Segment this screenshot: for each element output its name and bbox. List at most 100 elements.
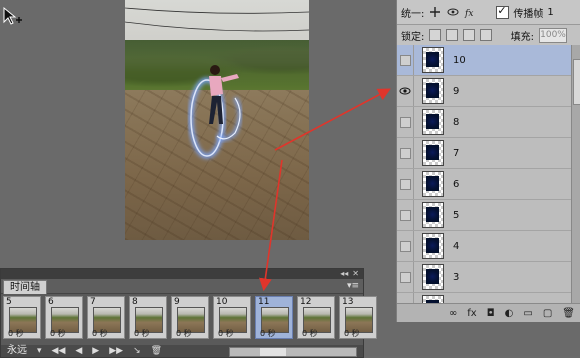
frame-delay[interactable]: 0 秒 (8, 330, 24, 338)
tween-icon[interactable]: ↘ (133, 345, 141, 357)
visibility-toggle[interactable] (397, 293, 414, 303)
layer-name[interactable]: 4 (453, 241, 459, 252)
visibility-toggle[interactable] (397, 138, 414, 168)
layer-row[interactable]: 7 (397, 138, 571, 169)
layer-name[interactable]: 8 (453, 117, 459, 128)
unify-position-icon[interactable] (428, 5, 442, 19)
layer-row[interactable]: 2 (397, 293, 571, 303)
layer-name[interactable]: 5 (453, 210, 459, 221)
layer-thumbnail (422, 264, 444, 290)
layer-row[interactable]: 6 (397, 169, 571, 200)
frame-number: 11 (258, 297, 270, 307)
mask-icon[interactable]: ◘ (487, 308, 495, 319)
unify-row: 统一: fx 传播帧 1 (397, 0, 580, 25)
unify-label: 统一: (401, 8, 425, 20)
layer-thumbnail (422, 295, 444, 303)
frame-item[interactable]: 12 0 秒 (297, 296, 335, 339)
layer-row[interactable]: 3 (397, 262, 571, 293)
frame-item[interactable]: 11 0 秒 (255, 296, 293, 339)
fx-icon[interactable]: fx (467, 308, 476, 319)
layer-thumbnail (422, 233, 444, 259)
timeline-scroll-thumb[interactable] (260, 348, 286, 356)
layer-name[interactable]: 6 (453, 179, 459, 190)
girl-with-light-ring-graphic (188, 65, 242, 159)
frame-delay[interactable]: 0 秒 (218, 330, 234, 338)
frame-item[interactable]: 5 0 秒 (3, 296, 41, 339)
layers-scrollbar[interactable] (571, 45, 580, 303)
propagate-frame-checkbox[interactable] (496, 4, 510, 19)
tab-timeline[interactable]: 时间轴 (3, 280, 47, 294)
layer-row[interactable]: 4 (397, 231, 571, 262)
frame-delay[interactable]: 0 秒 (344, 330, 360, 338)
propagate-frame-label: 传播帧 (513, 8, 544, 20)
unify-style-icon[interactable]: fx (464, 5, 478, 19)
layer-row[interactable]: 9 (397, 76, 571, 107)
frame-number: 9 (174, 297, 180, 307)
frame-item[interactable]: 6 0 秒 (45, 296, 83, 339)
visibility-toggle[interactable] (397, 262, 414, 292)
layers-list: 10 9 8 7 6 5 4 3 2 (397, 45, 571, 303)
layer-thumbnail (422, 78, 444, 104)
frame-number: 13 (342, 297, 354, 307)
layer-name[interactable]: 7 (453, 148, 459, 159)
link-layers-icon[interactable]: ∞ (449, 308, 457, 319)
frame-item[interactable]: 13 0 秒 (339, 296, 377, 339)
frame-number: 6 (48, 297, 54, 307)
first-frame-icon[interactable]: ◀◀ (52, 345, 66, 357)
fill-input[interactable]: 100% (539, 27, 567, 43)
lock-all-icon[interactable] (480, 29, 493, 41)
layers-panel: 统一: fx 传播帧 1 锁定: 填充: 100% 10 9 8 7 6 5 4 3 2 ∞ f… (396, 0, 580, 322)
lock-transparency-icon[interactable] (429, 29, 442, 41)
frame-delay[interactable]: 0 秒 (50, 330, 66, 338)
loop-select[interactable]: 永远 (7, 345, 27, 357)
panel-menu-icon[interactable]: ▾≡ (347, 281, 359, 291)
layer-thumbnail (422, 171, 444, 197)
visibility-toggle[interactable] (397, 45, 414, 75)
adjustment-icon[interactable]: ◐ (505, 308, 514, 319)
timeline-panel: ◂◂ ✕ 时间轴 ▾≡ 5 0 秒 6 0 秒 7 0 秒 8 0 秒 9 0 秒 10 0 秒 11 0… (0, 268, 377, 358)
frame-delay[interactable]: 0 秒 (302, 330, 318, 338)
fill-label: 填充: (510, 31, 534, 43)
frame-delay[interactable]: 0 秒 (260, 330, 276, 338)
lock-pixels-icon[interactable] (446, 29, 459, 41)
visibility-toggle[interactable] (397, 107, 414, 137)
layer-row[interactable]: 10 (397, 45, 571, 76)
layer-name[interactable]: 9 (453, 86, 459, 97)
svg-text:fx: fx (464, 9, 473, 19)
layer-row[interactable]: 5 (397, 200, 571, 231)
lock-label: 锁定: (401, 31, 425, 43)
move-tool-cursor-icon (3, 6, 22, 25)
new-layer-icon[interactable]: ▢ (543, 308, 552, 319)
visibility-toggle[interactable] (397, 200, 414, 230)
delete-frame-icon[interactable]: 🗑 (151, 345, 162, 357)
frame-item[interactable]: 9 0 秒 (171, 296, 209, 339)
layer-row[interactable]: 8 (397, 107, 571, 138)
lock-row: 锁定: 填充: 100% (397, 25, 580, 46)
layer-name[interactable]: 3 (453, 272, 459, 283)
frame-delay[interactable]: 0 秒 (134, 330, 150, 338)
next-frame-icon[interactable]: ▶▶ (109, 345, 123, 357)
group-icon[interactable]: ▭ (523, 308, 532, 319)
frame-item[interactable]: 8 0 秒 (129, 296, 167, 339)
delete-layer-icon[interactable]: 🗑 (562, 308, 575, 319)
frame-item[interactable]: 7 0 秒 (87, 296, 125, 339)
layer-name[interactable]: 10 (453, 55, 466, 66)
prev-frame-icon[interactable]: ◀ (75, 345, 82, 357)
frame-delay[interactable]: 0 秒 (92, 330, 108, 338)
unify-visibility-icon[interactable] (446, 5, 460, 19)
frame-item[interactable]: 10 0 秒 (213, 296, 251, 339)
timeline-titlebar: ◂◂ ✕ (1, 269, 363, 279)
canvas-photo[interactable] (125, 0, 309, 240)
layer-thumbnail (422, 202, 444, 228)
play-icon[interactable]: ▶ (92, 345, 99, 357)
close-panel-icon[interactable]: ✕ (352, 269, 359, 279)
loop-dropdown-icon[interactable]: ▾ (37, 345, 42, 357)
collapse-icon[interactable]: ◂◂ (340, 269, 348, 279)
frame-number: 10 (216, 297, 228, 307)
visibility-toggle[interactable] (397, 169, 414, 199)
layers-scroll-thumb[interactable] (573, 59, 580, 105)
frame-delay[interactable]: 0 秒 (176, 330, 192, 338)
visibility-eye-icon[interactable] (397, 76, 414, 106)
lock-position-icon[interactable] (463, 29, 476, 41)
visibility-toggle[interactable] (397, 231, 414, 261)
